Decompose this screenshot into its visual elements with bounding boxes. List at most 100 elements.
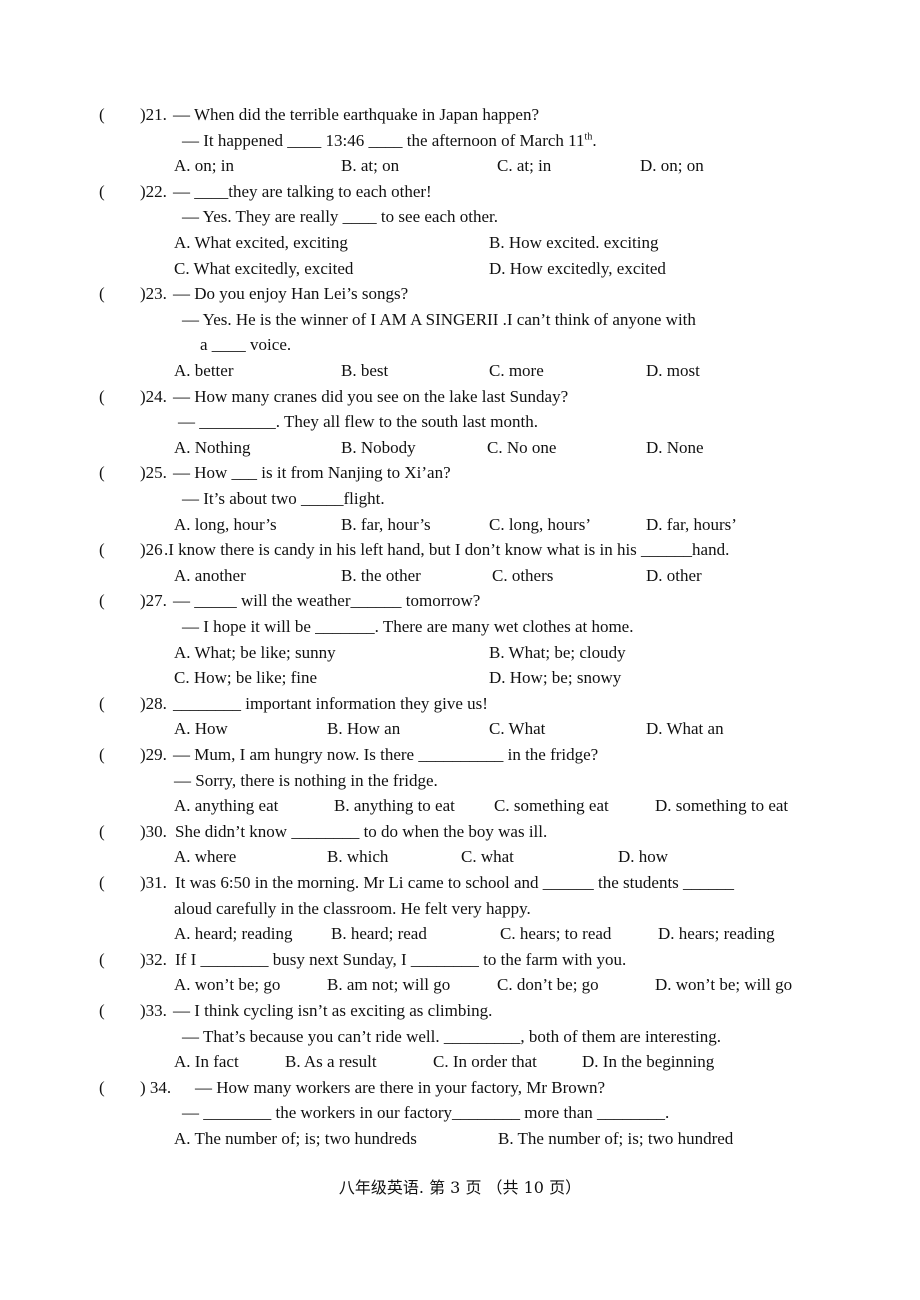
option-choice[interactable]: B. How excited. exciting: [489, 233, 659, 253]
answer-paren-left[interactable]: (: [99, 694, 105, 714]
answer-paren-left[interactable]: (: [99, 873, 105, 893]
answer-paren-left[interactable]: (: [99, 822, 105, 842]
option-choice[interactable]: C. How; be like; fine: [174, 668, 317, 688]
question-number: )30.: [140, 821, 167, 841]
option-choice[interactable]: C. long, hours’: [489, 515, 591, 535]
option-choice[interactable]: D. In the beginning: [582, 1052, 714, 1072]
question-number: )26: [140, 540, 163, 560]
question-stem: — ____they are talking to each other!: [173, 181, 432, 201]
option-choice[interactable]: A. heard; reading: [174, 924, 292, 944]
option-choice[interactable]: B. at; on: [341, 156, 399, 176]
option-choice[interactable]: C. What excitedly, excited: [174, 259, 353, 279]
question-number: )23.: [140, 284, 167, 304]
option-choice[interactable]: A. The number of; is; two hundreds: [174, 1129, 417, 1149]
question-number: )27.: [140, 591, 167, 611]
question-line: aloud carefully in the classroom. He fel…: [174, 898, 531, 918]
option-choice[interactable]: D. on; on: [640, 156, 704, 176]
page-footer: 八年级英语. 第 3 页 （共 10 页）: [338, 1178, 582, 1197]
answer-paren-left[interactable]: (: [99, 105, 105, 125]
ordinal-suffix: th: [584, 130, 593, 142]
option-choice[interactable]: A. How: [174, 719, 228, 739]
answer-paren-left[interactable]: (: [99, 745, 105, 765]
question-number: )31.: [140, 873, 167, 892]
option-choice[interactable]: B. What; be; cloudy: [489, 643, 626, 663]
option-choice[interactable]: B. which: [327, 847, 388, 867]
question-stem: — _____ will the weather______ tomorrow?: [173, 591, 481, 611]
option-choice[interactable]: A. where: [174, 847, 236, 867]
question-line: — Yes. He is the winner of I AM A SINGER…: [182, 309, 696, 329]
option-choice[interactable]: B. best: [341, 361, 388, 381]
option-choice[interactable]: A. What excited, exciting: [174, 233, 348, 253]
option-choice[interactable]: A. another: [174, 566, 246, 586]
option-choice[interactable]: C. What: [489, 719, 545, 739]
question-line: — _________. They all flew to the south …: [178, 412, 538, 432]
question-number: )24.: [140, 386, 167, 406]
question-line: a ____ voice.: [200, 335, 292, 355]
question-stem: If I ________ busy next Sunday, I ______…: [175, 949, 627, 969]
question-line: — It happened ____ 13:46 ____ the aftern…: [182, 130, 597, 150]
option-choice[interactable]: A. won’t be; go: [174, 975, 280, 995]
option-choice[interactable]: A. better: [174, 361, 233, 381]
option-choice[interactable]: D. how: [618, 847, 668, 867]
option-choice[interactable]: B. heard; read: [331, 924, 427, 944]
answer-paren-left[interactable]: (: [99, 1078, 105, 1098]
answer-paren-left[interactable]: (: [99, 540, 105, 560]
question-number: )21.: [140, 105, 167, 124]
question-line: — Sorry, there is nothing in the fridge.: [174, 770, 438, 790]
option-choice[interactable]: C. what: [461, 847, 514, 867]
question-stem: It was 6:50 in the morning. Mr Li came t…: [175, 873, 735, 892]
option-choice[interactable]: C. more: [489, 361, 544, 381]
option-choice[interactable]: A. What; be like; sunny: [174, 643, 336, 663]
option-choice[interactable]: D. How; be; snowy: [489, 668, 621, 688]
option-choice[interactable]: C. at; in: [497, 156, 551, 176]
question-stem: — Do you enjoy Han Lei’s songs?: [173, 284, 409, 304]
option-choice[interactable]: C. something eat: [494, 796, 609, 816]
option-choice[interactable]: C. don’t be; go: [497, 975, 599, 995]
option-choice[interactable]: B. Nobody: [341, 438, 416, 458]
question-number: )29.: [140, 745, 167, 764]
question-stem: — How many workers are there in your fac…: [195, 1077, 606, 1097]
option-choice[interactable]: B. As a result: [285, 1052, 377, 1072]
option-choice[interactable]: A. on; in: [174, 156, 234, 176]
question-stem: — I think cycling isn’t as exciting as c…: [173, 1001, 493, 1020]
question-number: )33.: [140, 1001, 167, 1020]
option-choice[interactable]: B. am not; will go: [327, 975, 450, 995]
option-choice[interactable]: B. far, hour’s: [341, 515, 431, 535]
option-choice[interactable]: D. hears; reading: [658, 924, 775, 944]
answer-paren-left[interactable]: (: [99, 1001, 105, 1021]
option-choice[interactable]: A. In fact: [174, 1052, 239, 1072]
option-choice[interactable]: D. most: [646, 361, 700, 381]
option-choice[interactable]: D. something to eat: [655, 796, 788, 816]
answer-paren-left[interactable]: (: [99, 387, 105, 407]
option-choice[interactable]: A. anything eat: [174, 796, 278, 816]
question-line: — I hope it will be _______. There are m…: [182, 617, 634, 636]
option-choice[interactable]: A. long, hour’s: [174, 515, 277, 535]
question-number: )25.: [140, 463, 167, 483]
option-choice[interactable]: D. far, hours’: [646, 515, 737, 535]
answer-paren-left[interactable]: (: [99, 591, 105, 611]
question-number: ) 34.: [140, 1077, 172, 1097]
option-choice[interactable]: B. anything to eat: [334, 796, 455, 816]
option-choice[interactable]: C. In order that: [433, 1052, 537, 1072]
question-stem: — Mum, I am hungry now. Is there _______…: [173, 745, 599, 764]
option-choice[interactable]: D. other: [646, 566, 702, 586]
option-choice[interactable]: A. Nothing: [174, 438, 251, 458]
option-choice[interactable]: D. What an: [646, 719, 724, 739]
question-stem: .I know there is candy in his left hand,…: [164, 540, 730, 560]
option-choice[interactable]: B. How an: [327, 719, 400, 739]
option-choice[interactable]: D. None: [646, 438, 704, 458]
option-choice[interactable]: B. the other: [341, 566, 421, 586]
option-choice[interactable]: B. The number of; is; two hundred: [498, 1129, 733, 1149]
option-choice[interactable]: C. hears; to read: [500, 924, 611, 944]
answer-paren-left[interactable]: (: [99, 182, 105, 202]
question-stem: ________ important information they give…: [173, 693, 488, 713]
option-choice[interactable]: D. How excitedly, excited: [489, 259, 666, 279]
answer-paren-left[interactable]: (: [99, 284, 105, 304]
option-choice[interactable]: C. No one: [487, 438, 556, 458]
option-choice[interactable]: C. others: [492, 566, 553, 586]
option-choice[interactable]: D. won’t be; will go: [655, 975, 792, 995]
question-line: — ________ the workers in our factory___…: [182, 1103, 670, 1123]
question-number: )32.: [140, 949, 167, 969]
answer-paren-left[interactable]: (: [99, 463, 105, 483]
answer-paren-left[interactable]: (: [99, 950, 105, 970]
